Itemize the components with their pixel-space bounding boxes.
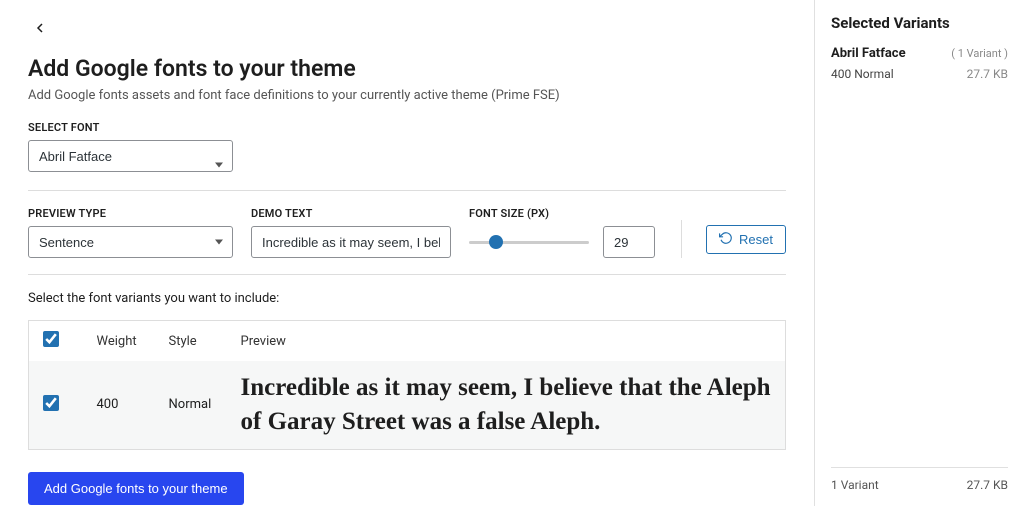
reset-button-label: Reset <box>739 232 773 247</box>
sidebar-title: Selected Variants <box>831 14 1008 32</box>
total-variant-size: 27.7 KB <box>967 478 1008 492</box>
variant-preview-text: Incredible as it may seem, I believe tha… <box>241 371 772 439</box>
selected-font-name: Abril Fatface <box>831 46 906 61</box>
demo-text-label: Demo Text <box>251 207 451 220</box>
main-content: Add Google fonts to your theme Add Googl… <box>0 0 814 506</box>
back-button[interactable] <box>28 16 52 43</box>
demo-text-input[interactable] <box>251 226 451 258</box>
selected-font-group: Abril Fatface ( 1 Variant ) 400 Normal 2… <box>831 46 1008 85</box>
table-header-weight: Weight <box>83 321 155 362</box>
variants-instruction: Select the font variants you want to inc… <box>28 291 786 306</box>
add-fonts-button[interactable]: Add Google fonts to your theme <box>28 472 244 505</box>
page-title: Add Google fonts to your theme <box>28 55 786 82</box>
divider <box>28 274 786 275</box>
variant-checkbox[interactable] <box>43 395 59 411</box>
variant-style: Normal <box>155 361 227 449</box>
select-all-checkbox[interactable] <box>43 331 59 347</box>
reset-button[interactable]: Reset <box>706 225 786 254</box>
select-font-dropdown[interactable]: Abril Fatface <box>28 140 233 172</box>
selected-variant-size: 27.7 KB <box>967 67 1008 81</box>
table-header-preview: Preview <box>227 321 786 362</box>
variant-weight: 400 <box>83 361 155 449</box>
preview-controls: Preview Type Sentence Demo Text Font Siz… <box>28 207 786 258</box>
page-subtitle: Add Google fonts assets and font face de… <box>28 88 786 103</box>
font-size-slider[interactable] <box>469 241 589 244</box>
total-variant-count: 1 Variant <box>831 478 879 492</box>
selected-font-count: ( 1 Variant ) <box>951 47 1008 60</box>
sidebar: Selected Variants Abril Fatface ( 1 Vari… <box>814 0 1024 506</box>
select-font-label: Select Font <box>28 121 786 134</box>
table-row: 400 Normal Incredible as it may seem, I … <box>29 361 786 449</box>
preview-type-label: Preview Type <box>28 207 233 220</box>
font-size-label: Font Size (px) <box>469 207 655 220</box>
selected-variant-row: 400 Normal 27.7 KB <box>831 67 1008 81</box>
sidebar-footer: 1 Variant 27.7 KB <box>831 467 1008 492</box>
font-size-input[interactable] <box>603 226 655 258</box>
variants-table: Weight Style Preview 400 Normal Incredib… <box>28 320 786 450</box>
divider <box>28 190 786 191</box>
table-header-style: Style <box>155 321 227 362</box>
selected-variant-label: 400 Normal <box>831 67 894 81</box>
chevron-left-icon <box>32 24 48 39</box>
preview-type-dropdown[interactable]: Sentence <box>28 226 233 258</box>
refresh-icon <box>719 231 733 248</box>
